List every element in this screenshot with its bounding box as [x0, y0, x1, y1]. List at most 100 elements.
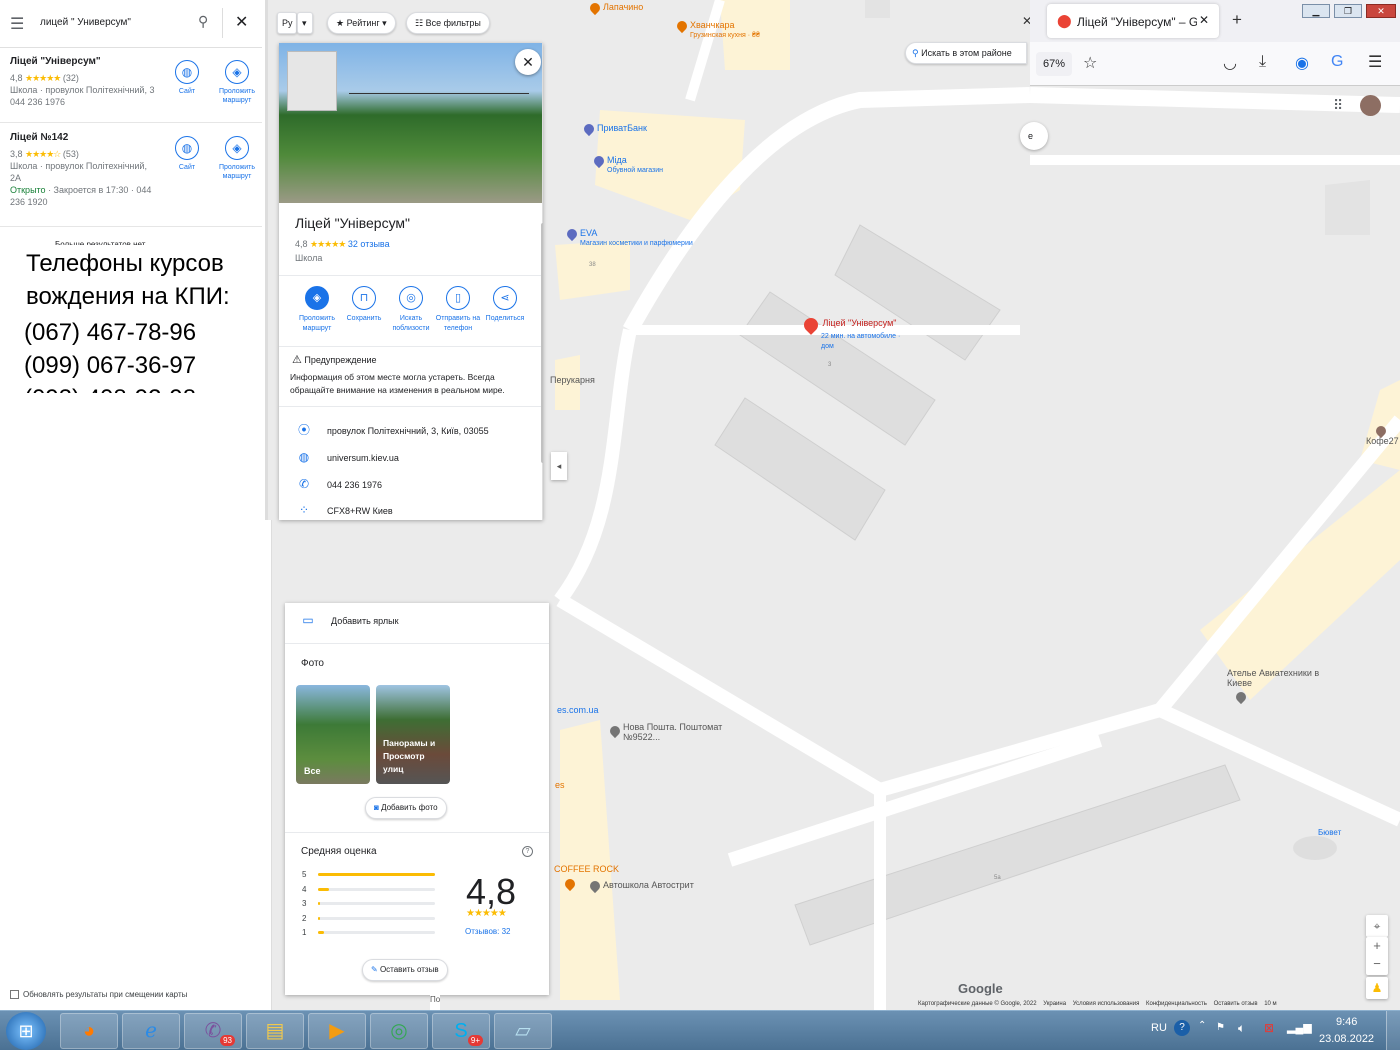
close-icon[interactable]: ✕	[515, 49, 541, 75]
footer-privacy[interactable]: Конфиденциальность	[1146, 1001, 1207, 1007]
layers-toggle-fragment[interactable]: e	[1020, 122, 1048, 150]
photo-panorama-thumbnail[interactable]: Панорамы и Просмотр улиц	[376, 685, 450, 784]
browser-tab-active[interactable]: ⬤ Ліцей "Універсум" – Google ✕	[1047, 4, 1219, 38]
start-button[interactable]: ⊞	[6, 1012, 46, 1050]
poi-novaposhta[interactable]: Нова Пошта. Поштомат №9522...	[607, 722, 730, 742]
poi-coffee-rock[interactable]: COFFEE ROCK	[554, 864, 619, 874]
checkbox-box[interactable]	[10, 990, 19, 1000]
poi-perukarnia[interactable]: Перукарня	[550, 375, 595, 385]
notepad-taskbar-button[interactable]: ▱	[494, 1013, 552, 1049]
result-site-button[interactable]: ◍ Сайт	[172, 136, 202, 172]
update-results-checkbox[interactable]: Обновлять результаты при смещении карты	[10, 990, 187, 1000]
poi-lapachino[interactable]: Лапачино	[603, 2, 643, 12]
result-item-2[interactable]: Ліцей №142 3,8 ★★★★☆ (53) Школа · провул…	[0, 124, 262, 227]
ie-taskbar-button[interactable]: ℯ	[122, 1013, 180, 1049]
footer-country[interactable]: Украина	[1043, 1001, 1066, 1007]
tray-flag-icon[interactable]: ⚑	[1216, 1022, 1225, 1033]
footer-feedback[interactable]: Оставить отзыв	[1214, 1001, 1258, 1007]
search-this-area-button[interactable]: ⚲ Искать в этом районе	[905, 42, 1027, 64]
minimize-icon[interactable]: ▁	[1302, 4, 1330, 18]
address-row[interactable]: ⦿ провулок Політехнічний, 3, Київ, 03055	[297, 422, 489, 438]
network-error-icon[interactable]: ⊠	[1264, 1021, 1274, 1035]
new-tab-icon[interactable]: +	[1232, 10, 1242, 30]
skype-taskbar-button[interactable]: S 9+	[432, 1013, 490, 1049]
restore-icon[interactable]: ❐	[1334, 4, 1362, 18]
reviews-count-link[interactable]: Отзывов: 32	[465, 927, 511, 936]
send-to-phone-button[interactable]: ▯ Отправить на телефон	[434, 286, 482, 334]
directions-button[interactable]: ◈ Проложить маршрут	[293, 286, 341, 334]
menu-icon[interactable]: ☰	[10, 14, 24, 34]
help-icon[interactable]: ?	[522, 846, 533, 857]
app-menu-icon[interactable]: ☰	[1368, 52, 1382, 72]
poi-avtoshkola[interactable]: Автошкола Автострит	[587, 878, 694, 893]
result-item-1[interactable]: Ліцей "Універсум" 4,8 ★★★★★ (32) Школа ·…	[0, 48, 262, 123]
clock-date[interactable]: 23.08.2022	[1319, 1033, 1374, 1045]
language-indicator[interactable]: RU	[1151, 1022, 1167, 1034]
photo-all-thumbnail[interactable]: Все	[296, 685, 370, 784]
poi-es-com[interactable]: es.com.ua	[557, 705, 599, 715]
website-row[interactable]: ◍ universum.kiev.ua	[297, 449, 399, 465]
tray-expand-icon[interactable]: ⌃	[1198, 1020, 1206, 1031]
avatar[interactable]	[1360, 95, 1381, 116]
place-marker[interactable]: Ліцей "Універсум" 22 мин. на автомобиле …	[801, 315, 901, 352]
poi-privatbank[interactable]: ПриватБанк	[597, 123, 647, 133]
search-icon[interactable]: ⚲	[198, 13, 208, 30]
save-button[interactable]: ⊓ Сохранить	[340, 286, 388, 324]
help-icon[interactable]: ?	[1174, 1020, 1190, 1036]
pegman-button[interactable]: ♟	[1366, 977, 1388, 999]
zoom-in-button[interactable]: +	[1366, 937, 1388, 955]
open-status: Открыто	[10, 185, 46, 195]
language-chip[interactable]: Ру	[277, 12, 297, 34]
poi-khvanchkara[interactable]: Хванчкара	[690, 20, 735, 30]
share-button[interactable]: ⋖ Поделиться	[481, 286, 529, 324]
footer-terms[interactable]: Условия использования	[1073, 1001, 1140, 1007]
nearby-button[interactable]: ◎ Искать поблизости	[387, 286, 435, 334]
phone-send-icon: ▯	[446, 286, 470, 310]
poi-mida[interactable]: Міда	[607, 155, 627, 165]
media-player-taskbar-button[interactable]: ▶	[308, 1013, 366, 1049]
download-icon[interactable]: ⤓	[1259, 53, 1266, 71]
chrome-taskbar-button[interactable]: ◎	[370, 1013, 428, 1049]
add-label-row[interactable]: ▭ Добавить ярлык	[301, 612, 398, 628]
bookmark-star-icon[interactable]: ☆	[1083, 53, 1097, 73]
scrollbar-thumb[interactable]	[541, 223, 543, 463]
close-tab-icon[interactable]: ✕	[1199, 13, 1209, 27]
poi-atelie[interactable]: Ателье Авиатехники в Киеве	[1227, 668, 1337, 688]
poi-kofe27[interactable]: Кофе27	[1366, 423, 1399, 446]
clock-time[interactable]: 9:46	[1336, 1016, 1357, 1028]
viber-taskbar-button[interactable]: ✆ 93	[184, 1013, 242, 1049]
search-input[interactable]: лицей " Универсум"	[40, 17, 131, 28]
result-site-button[interactable]: ◍ Сайт	[172, 60, 202, 96]
show-desktop-button[interactable]	[1386, 1011, 1400, 1050]
window-close-icon[interactable]: ✕	[1366, 4, 1396, 18]
clear-search-icon[interactable]: ✕	[235, 12, 248, 32]
zoom-out-button[interactable]: −	[1366, 955, 1388, 973]
translate-icon[interactable]: G	[1331, 53, 1343, 71]
place-hero-photo[interactable]: ✕	[279, 43, 543, 203]
phone-row[interactable]: ✆ 044 236 1976	[297, 476, 382, 492]
rating-bar-fill	[318, 873, 435, 876]
zoom-level-badge[interactable]: 67%	[1036, 52, 1072, 76]
place-category[interactable]: Школа	[295, 253, 322, 263]
poi-eva[interactable]: EVA	[580, 228, 597, 238]
collapse-panel-button[interactable]: ◂	[551, 452, 567, 480]
pluscode-row[interactable]: ⁘ CFX8+RW Киев	[297, 502, 393, 518]
extension-icon[interactable]: ◉	[1295, 53, 1309, 73]
language-dropdown-icon[interactable]: ▾	[297, 12, 313, 34]
write-review-button[interactable]: ✎ Оставить отзыв	[362, 959, 448, 981]
rating-filter-chip[interactable]: ★ Рейтинг ▾	[327, 12, 396, 34]
signal-icon[interactable]: ▂▄▆	[1287, 1021, 1312, 1034]
address-text: провулок Політехнічний, 3, Київ, 03055	[327, 426, 489, 436]
poi-byuvet[interactable]: Бювет	[1318, 828, 1341, 838]
google-apps-icon[interactable]: ⠿	[1333, 97, 1343, 114]
reviews-link[interactable]: 32 отзыва	[348, 239, 390, 249]
result-route-button[interactable]: ◈ Проложить маршрут	[213, 60, 261, 105]
result-route-button[interactable]: ◈ Проложить маршрут	[213, 136, 261, 181]
firefox-taskbar-button[interactable]: ◕	[60, 1013, 118, 1049]
volume-icon[interactable]: 🔈︎	[1238, 1021, 1245, 1036]
my-location-button[interactable]: ⌖	[1366, 915, 1388, 937]
explorer-taskbar-button[interactable]: ▤	[246, 1013, 304, 1049]
pocket-icon[interactable]: ◡	[1223, 53, 1237, 73]
add-photo-button[interactable]: ◙ Добавить фото	[365, 797, 447, 819]
all-filters-chip[interactable]: ☷ Все фильтры	[406, 12, 490, 34]
